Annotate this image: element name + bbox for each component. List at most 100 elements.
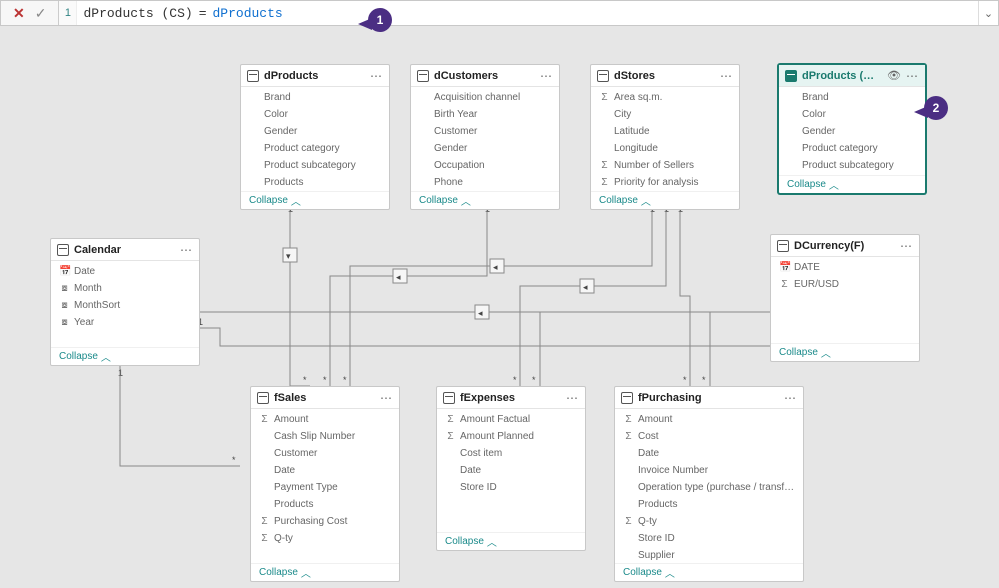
table-header[interactable]: Calendar ⋯	[51, 239, 199, 261]
field-row[interactable]: ΣAmount	[615, 411, 803, 428]
more-options-button[interactable]: ⋯	[540, 69, 553, 83]
field-row[interactable]: 📅DATE	[771, 259, 919, 276]
table-dProductsCS[interactable]: dProducts (CS) 👁 ⋯ BrandColorGenderProdu…	[778, 64, 926, 194]
field-row[interactable]: ΣEUR/USD	[771, 276, 919, 293]
field-row[interactable]: Occupation	[411, 157, 559, 174]
field-row[interactable]: Invoice Number	[615, 462, 803, 479]
field-label: Brand	[264, 92, 291, 103]
field-row[interactable]: Birth Year	[411, 106, 559, 123]
field-row[interactable]: ΣCost	[615, 428, 803, 445]
field-row[interactable]: Customer	[251, 445, 399, 462]
collapse-button[interactable]: Collapse︿	[771, 343, 919, 361]
field-row[interactable]: Color	[779, 106, 925, 123]
field-row[interactable]: Phone	[411, 174, 559, 191]
more-options-button[interactable]: ⋯	[784, 391, 797, 405]
cancel-formula-button[interactable]: ✕	[13, 6, 25, 20]
field-list: ΣAmount FactualΣAmount PlannedCost itemD…	[437, 409, 585, 532]
field-row[interactable]: Date	[251, 462, 399, 479]
model-canvas[interactable]: 1 * 1 1 ▾ * 1 ◂ * 1 1 1 ◂ ◂ * * * * *	[0, 26, 999, 588]
table-header[interactable]: DCurrency(F) ⋯	[771, 235, 919, 257]
more-options-button[interactable]: ⋯	[566, 391, 579, 405]
svg-text:◂: ◂	[583, 282, 588, 292]
collapse-button[interactable]: Collapse︿	[615, 563, 803, 581]
field-row[interactable]: Product category	[779, 140, 925, 157]
field-row[interactable]: Payment Type	[251, 479, 399, 496]
field-label: Payment Type	[274, 482, 338, 493]
collapse-button[interactable]: Collapse︿	[51, 347, 199, 365]
field-row[interactable]: ⧇Month	[51, 280, 199, 297]
field-row[interactable]: ΣQ-ty	[615, 513, 803, 530]
field-row[interactable]: Products	[615, 496, 803, 513]
table-fSales[interactable]: fSales ⋯ ΣAmountCash Slip NumberCustomer…	[250, 386, 400, 582]
more-options-button[interactable]: ⋯	[906, 69, 919, 83]
more-options-button[interactable]: ⋯	[180, 243, 193, 257]
field-row[interactable]: ⧇Year	[51, 314, 199, 331]
table-header[interactable]: fPurchasing ⋯	[615, 387, 803, 409]
field-row[interactable]: 📅Date	[51, 263, 199, 280]
more-options-button[interactable]: ⋯	[370, 69, 383, 83]
field-row[interactable]: Date	[437, 462, 585, 479]
svg-text:*: *	[232, 455, 236, 465]
field-row[interactable]: Cash Slip Number	[251, 428, 399, 445]
field-row[interactable]: Products	[251, 496, 399, 513]
field-row[interactable]: ΣQ-ty	[251, 530, 399, 547]
field-row[interactable]: Gender	[411, 140, 559, 157]
table-fExpenses[interactable]: fExpenses ⋯ ΣAmount FactualΣAmount Plann…	[436, 386, 586, 551]
table-fPurchasing[interactable]: fPurchasing ⋯ ΣAmountΣCostDateInvoice Nu…	[614, 386, 804, 582]
visibility-icon[interactable]: 👁	[887, 69, 901, 82]
field-row[interactable]: Store ID	[615, 530, 803, 547]
table-header[interactable]: dCustomers ⋯	[411, 65, 559, 87]
field-row[interactable]: ΣPurchasing Cost	[251, 513, 399, 530]
field-row[interactable]: Store ID	[437, 479, 585, 496]
field-row[interactable]: Products	[241, 174, 389, 191]
table-dProducts[interactable]: dProducts ⋯ Brand ColorGenderProduct cate…	[240, 64, 390, 210]
table-header[interactable]: dStores ⋯	[591, 65, 739, 87]
collapse-button[interactable]: Collapse︿	[779, 175, 925, 193]
table-Calendar[interactable]: Calendar ⋯ 📅Date⧇Month⧇MonthSort⧇Year Co…	[50, 238, 200, 366]
collapse-button[interactable]: Collapse︿	[437, 532, 585, 550]
field-row[interactable]: ⧇MonthSort	[51, 297, 199, 314]
field-type-icon: ⧇	[59, 317, 70, 328]
field-row[interactable]: Acquisition channel	[411, 89, 559, 106]
table-header[interactable]: dProducts ⋯	[241, 65, 389, 87]
table-dStores[interactable]: dStores ⋯ ΣArea sq.m.CityLatitudeLongitu…	[590, 64, 740, 210]
collapse-button[interactable]: Collapse︿	[251, 563, 399, 581]
field-row[interactable]: Product subcategory	[779, 157, 925, 174]
field-row[interactable]: Latitude	[591, 123, 739, 140]
table-header[interactable]: fExpenses ⋯	[437, 387, 585, 409]
field-row[interactable]: Longitude	[591, 140, 739, 157]
field-row[interactable]: ΣAmount Factual	[437, 411, 585, 428]
table-dCustomers[interactable]: dCustomers ⋯ Acquisition channelBirth Ye…	[410, 64, 560, 210]
chevron-up-icon: ︿	[461, 193, 471, 208]
field-row[interactable]: Cost item	[437, 445, 585, 462]
field-row[interactable]: Gender	[779, 123, 925, 140]
more-options-button[interactable]: ⋯	[720, 69, 733, 83]
formula-expand-button[interactable]: ⌄	[978, 1, 998, 25]
collapse-button[interactable]: Collapse︿	[591, 191, 739, 209]
field-row[interactable]: ΣArea sq.m.	[591, 89, 739, 106]
table-DCurrency[interactable]: DCurrency(F) ⋯ 📅DATEΣEUR/USD Collapse︿	[770, 234, 920, 362]
field-row[interactable]: ΣAmount	[251, 411, 399, 428]
field-row[interactable]: Gender	[241, 123, 389, 140]
field-row[interactable]: City	[591, 106, 739, 123]
field-row[interactable]: Brand	[779, 89, 925, 106]
formula-input[interactable]: dProducts (CS) = dProducts	[77, 1, 978, 25]
collapse-button[interactable]: Collapse︿	[411, 191, 559, 209]
field-row[interactable]: ΣNumber of Sellers	[591, 157, 739, 174]
field-row[interactable]: ΣAmount Planned	[437, 428, 585, 445]
field-row[interactable]: ΣPriority for analysis	[591, 174, 739, 191]
field-row[interactable]: Color	[241, 106, 389, 123]
field-row[interactable]: Operation type (purchase / transf…	[615, 479, 803, 496]
field-row[interactable]: Brand	[241, 89, 389, 106]
commit-formula-button[interactable]: ✓	[35, 6, 47, 20]
more-options-button[interactable]: ⋯	[900, 239, 913, 253]
field-row[interactable]: Date	[615, 445, 803, 462]
field-row[interactable]: Product subcategory	[241, 157, 389, 174]
field-row[interactable]: Supplier	[615, 547, 803, 563]
field-row[interactable]: Customer	[411, 123, 559, 140]
table-header[interactable]: dProducts (CS) 👁 ⋯	[779, 65, 925, 87]
more-options-button[interactable]: ⋯	[380, 391, 393, 405]
collapse-button[interactable]: Collapse︿	[241, 191, 389, 209]
table-header[interactable]: fSales ⋯	[251, 387, 399, 409]
field-row[interactable]: Product category	[241, 140, 389, 157]
